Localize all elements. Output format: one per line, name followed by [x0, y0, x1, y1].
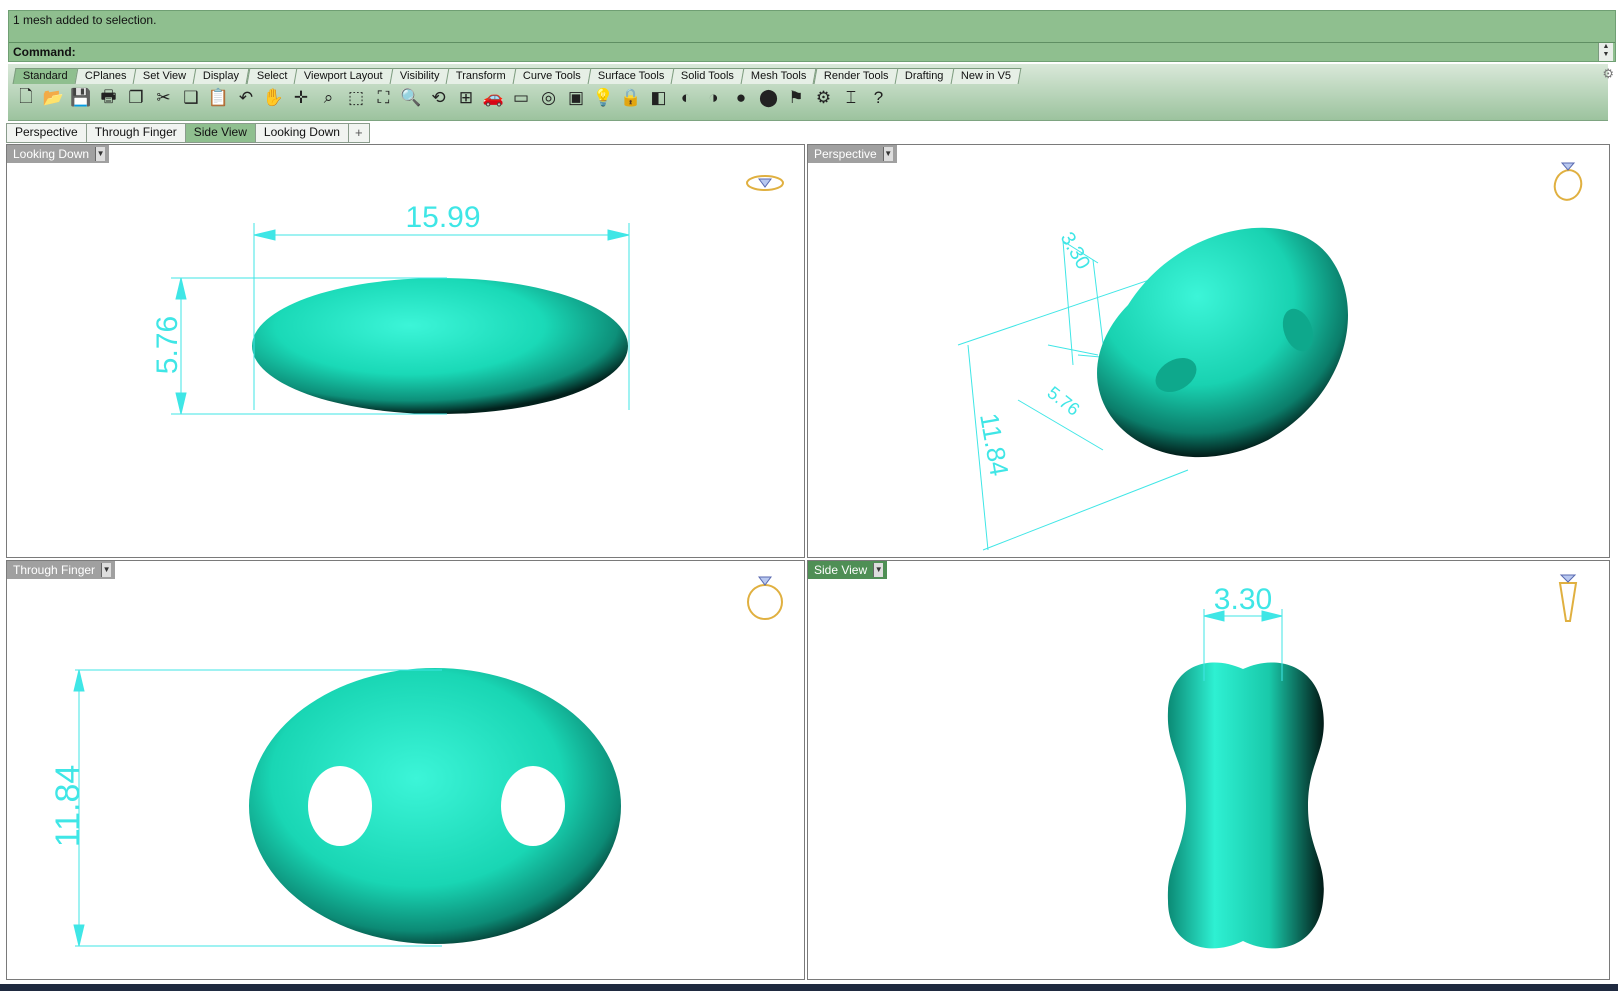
- dimension-icon[interactable]: ⌶: [839, 86, 863, 110]
- tab-select[interactable]: Select: [246, 68, 298, 84]
- tab-visibility[interactable]: Visibility: [389, 68, 450, 84]
- looking-down-scene: 15.99 5.76: [151, 175, 784, 415]
- tab-standard[interactable]: Standard: [12, 68, 79, 84]
- tab-curve-tools[interactable]: Curve Tools: [512, 68, 592, 84]
- rendered-sphere-icon[interactable]: ●: [729, 86, 753, 110]
- undo-icon[interactable]: ↶: [234, 86, 258, 110]
- print-icon[interactable]: 🖶: [97, 86, 121, 110]
- zoom-extents-icon[interactable]: ⛶: [372, 86, 396, 110]
- mesh-hole-left: [308, 766, 372, 846]
- scroll-up-icon[interactable]: ▲: [1599, 43, 1613, 51]
- toolbar-icons: 🗋 📂 💾 🖶 ❐ ✂ ❑ 📋 ↶ ✋ ✛ ⌕ ⬚ ⛶ 🔍 ⟲ ⊞ 🚗 ▭ ◎ ▣ 💡 🔒 ◧ ◐ ◑ ● ⬤ ⚑ ⚙ ⌶?: [14, 86, 894, 114]
- dimension-b-label: 5.76: [1044, 382, 1084, 419]
- viewport-through-finger[interactable]: 11.84 Through Finger ▼: [6, 560, 805, 980]
- chevron-down-icon[interactable]: ▼: [882, 147, 893, 161]
- tab-render-tools[interactable]: Render Tools: [813, 68, 899, 84]
- chevron-down-icon[interactable]: ▼: [95, 147, 106, 161]
- flag-icon[interactable]: ⚑: [784, 86, 808, 110]
- toolbar: Standard CPlanes Set View Display Select…: [8, 64, 1614, 121]
- viewport-title-side-view[interactable]: Side View ▼: [808, 561, 888, 579]
- taskbar-edge: [0, 984, 1618, 991]
- tab-solid-tools[interactable]: Solid Tools: [670, 68, 745, 84]
- object-snap-icon[interactable]: ◎: [537, 86, 561, 110]
- new-file-icon[interactable]: 🗋: [14, 86, 38, 110]
- ring-widget-top-icon[interactable]: [746, 175, 784, 191]
- tab-display[interactable]: Display: [193, 68, 250, 84]
- open-folder-icon[interactable]: 📂: [42, 86, 66, 110]
- side-view-scene: 3.30: [1167, 574, 1578, 949]
- perspective-scene: 3.30 5.76 11.84: [957, 162, 1586, 551]
- select-objects-icon[interactable]: ▣: [564, 86, 588, 110]
- cut-icon[interactable]: ✂: [152, 86, 176, 110]
- viewport-tab-through-finger[interactable]: Through Finger: [85, 123, 186, 143]
- pan-hand-icon[interactable]: ✋: [262, 86, 286, 110]
- mesh-looking-down[interactable]: [252, 278, 628, 414]
- viewport-looking-down[interactable]: 15.99 5.76 Looking Down ▼: [6, 144, 805, 558]
- shade-sphere-icon[interactable]: ◑: [702, 86, 726, 110]
- tab-set-view[interactable]: Set View: [132, 68, 197, 84]
- tab-mesh-tools[interactable]: Mesh Tools: [740, 68, 818, 84]
- tab-drafting[interactable]: Drafting: [895, 68, 955, 84]
- lock-icon[interactable]: 🔒: [619, 86, 643, 110]
- undo-view-change-icon[interactable]: ⟲: [427, 86, 451, 110]
- ring-widget-perspective-icon[interactable]: [1551, 162, 1586, 204]
- viewport-tabs: Perspective Through Finger Side View Loo…: [6, 123, 370, 143]
- mesh-hole-right: [501, 766, 565, 846]
- dimension-height-label: 5.76: [151, 316, 184, 374]
- dimension-a-label: 3.30: [1056, 229, 1095, 274]
- options-gear-icon[interactable]: ⚙: [812, 86, 836, 110]
- scroll-down-icon[interactable]: ▼: [1599, 51, 1613, 59]
- viewport-perspective[interactable]: 3.30 5.76 11.84 Perspective ▼: [807, 144, 1610, 558]
- ring-widget-side-icon[interactable]: [1558, 574, 1578, 622]
- tab-viewport-layout[interactable]: Viewport Layout: [293, 68, 394, 84]
- viewport-side-view[interactable]: 3.30 Side View ▼: [807, 560, 1610, 980]
- toolbar-settings-gear-icon[interactable]: ⚙: [1602, 66, 1614, 82]
- viewport-tab-looking-down[interactable]: Looking Down: [254, 123, 349, 143]
- four-viewports-icon[interactable]: ⊞: [454, 86, 478, 110]
- save-icon[interactable]: 💾: [69, 86, 93, 110]
- command-line[interactable]: Command:: [9, 42, 1615, 62]
- copy-icon[interactable]: ❑: [179, 86, 203, 110]
- mesh-side-view[interactable]: [1167, 662, 1324, 949]
- mesh-through-finger[interactable]: [249, 668, 621, 944]
- through-finger-scene: 11.84: [49, 576, 783, 947]
- chevron-down-icon[interactable]: ▼: [873, 563, 884, 577]
- command-scrollbar[interactable]: ▲ ▼: [1598, 43, 1613, 61]
- command-area: 1 mesh added to selection. Command: ▲ ▼: [8, 10, 1616, 62]
- light-bulb-icon[interactable]: 💡: [592, 86, 616, 110]
- zoom-selected-icon[interactable]: 🔍: [399, 86, 423, 110]
- viewport-tab-side-view[interactable]: Side View: [184, 123, 256, 143]
- render-icon[interactable]: ⬤: [757, 86, 781, 110]
- help-icon[interactable]: ?: [867, 86, 891, 110]
- tab-new-in-v5[interactable]: New in V5: [950, 68, 1022, 84]
- dimension-width-label: 15.99: [405, 201, 480, 234]
- toolbar-tabs: Standard CPlanes Set View Display Select…: [12, 68, 1022, 84]
- dimension-height-label: 11.84: [49, 765, 87, 848]
- car-icon[interactable]: 🚗: [482, 86, 506, 110]
- color-wheel-icon[interactable]: ◐: [674, 86, 698, 110]
- viewport-title-perspective[interactable]: Perspective ▼: [808, 145, 897, 163]
- add-viewport-tab-icon[interactable]: +: [347, 123, 370, 143]
- copy-to-clipboard-icon[interactable]: ❐: [124, 86, 148, 110]
- layer-icon[interactable]: ◧: [647, 86, 671, 110]
- dimension-width-label: 3.30: [1214, 583, 1272, 616]
- rotate-view-icon[interactable]: ✛: [289, 86, 313, 110]
- zoom-dynamic-icon[interactable]: ⌕: [317, 86, 341, 110]
- ring-widget-front-icon[interactable]: [747, 576, 783, 620]
- tab-surface-tools[interactable]: Surface Tools: [587, 68, 675, 84]
- command-history: 1 mesh added to selection.: [13, 13, 157, 27]
- named-view-icon[interactable]: ▭: [509, 86, 533, 110]
- tab-transform[interactable]: Transform: [445, 68, 517, 84]
- chevron-down-icon[interactable]: ▼: [101, 563, 112, 577]
- tab-cplanes[interactable]: CPlanes: [74, 68, 137, 84]
- paste-icon[interactable]: 📋: [207, 86, 231, 110]
- viewport-title-looking-down[interactable]: Looking Down ▼: [7, 145, 110, 163]
- viewport-tab-perspective[interactable]: Perspective: [6, 123, 87, 143]
- viewport-title-through-finger[interactable]: Through Finger ▼: [7, 561, 116, 579]
- command-prompt: Command:: [13, 45, 76, 59]
- zoom-window-icon[interactable]: ⬚: [344, 86, 368, 110]
